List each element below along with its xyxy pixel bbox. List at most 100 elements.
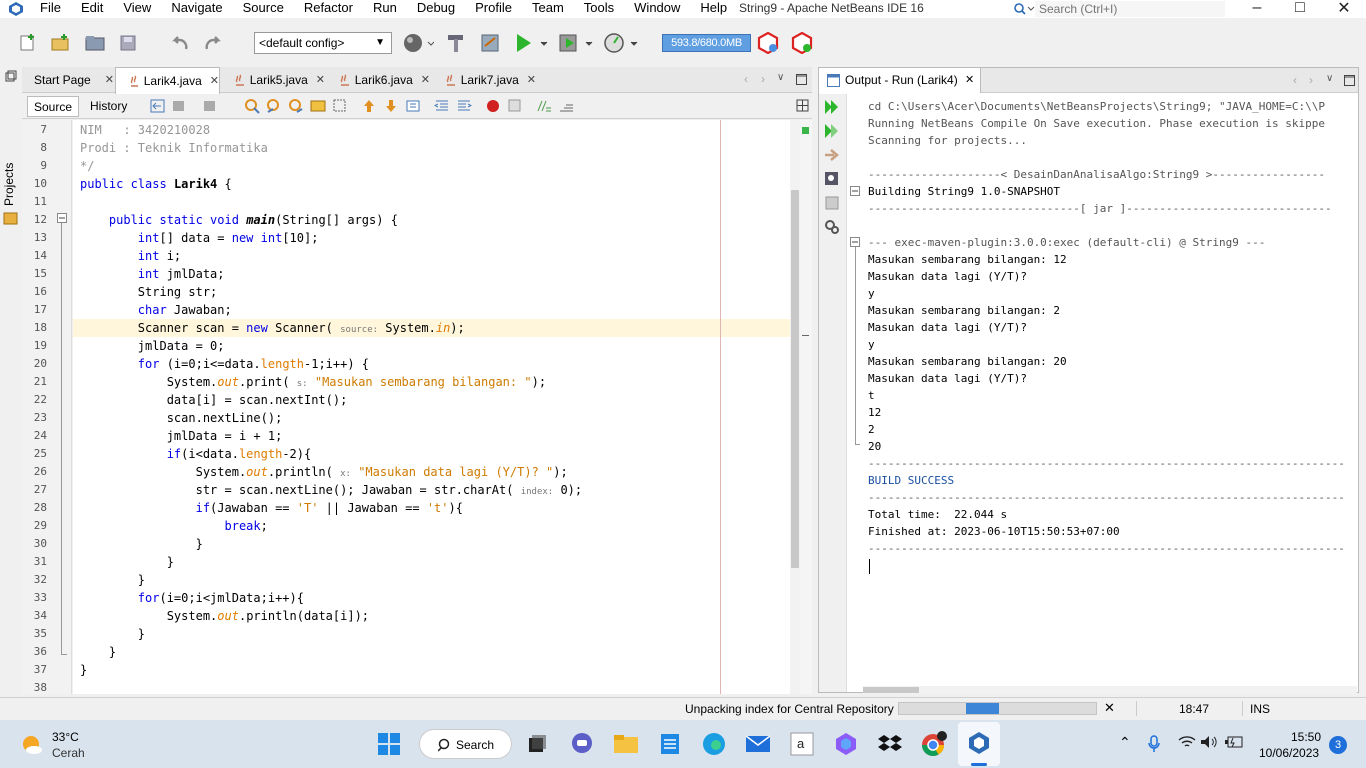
browser-button[interactable] (401, 31, 435, 55)
tab-larik5[interactable]: Larik5.java ✕ (221, 67, 325, 93)
stop-macro-icon[interactable] (507, 98, 523, 114)
task-view-button[interactable] (521, 728, 553, 760)
source-tab[interactable]: Source (27, 96, 80, 117)
menu-source[interactable]: Source (233, 0, 294, 18)
chevron-down-icon[interactable]: ∨ (1326, 73, 1333, 84)
profile-button[interactable] (603, 31, 639, 55)
config-select[interactable]: <default config> ▼ (254, 32, 392, 54)
close-icon[interactable]: ✕ (316, 67, 325, 93)
weather-widget[interactable]: 33°C Cerah (14, 726, 94, 762)
back-icon[interactable] (172, 98, 188, 114)
edge-button[interactable] (698, 728, 730, 760)
scroll-tabs-right-icon[interactable]: › (1309, 73, 1313, 87)
menu-refactor[interactable]: Refactor (294, 0, 363, 18)
scrollbar-thumb[interactable] (863, 687, 919, 693)
prev-bookmark-icon[interactable] (361, 98, 377, 114)
output-tab[interactable]: Output - Run (Larik4) ✕ (819, 68, 981, 93)
close-icon[interactable]: ✕ (210, 68, 219, 94)
chat-button[interactable] (566, 728, 598, 760)
last-edit-icon[interactable] (150, 98, 166, 114)
output-horizontal-scrollbar[interactable] (863, 686, 1357, 694)
find-icon[interactable] (244, 98, 260, 114)
chrome-button[interactable] (918, 728, 950, 760)
menu-tools[interactable]: Tools (574, 0, 624, 18)
scroll-tabs-right-icon[interactable]: › (761, 72, 765, 86)
menu-team[interactable]: Team (522, 0, 574, 18)
tab-larik4[interactable]: Larik4.java ✕ (115, 67, 220, 94)
find-previous-icon[interactable] (266, 98, 282, 114)
dropbox-button[interactable] (874, 728, 906, 760)
fold-toggle-icon[interactable] (850, 186, 860, 196)
tab-start-page[interactable]: Start Page ✕ (22, 67, 114, 93)
new-project-button[interactable] (48, 31, 72, 55)
fold-toggle-icon[interactable] (57, 213, 67, 223)
battery-icon[interactable] (1224, 735, 1244, 749)
open-project-button[interactable] (83, 31, 107, 55)
forward-icon[interactable] (203, 98, 219, 114)
menu-debug[interactable]: Debug (407, 0, 465, 18)
memory-meter[interactable]: 593.8/680.0MB (662, 34, 751, 52)
clock-date[interactable]: 10/06/2023 (1259, 746, 1319, 760)
close-icon[interactable]: ✕ (105, 67, 114, 93)
clock-time[interactable]: 15:50 (1291, 730, 1321, 744)
gc-button[interactable] (756, 31, 780, 55)
clean-build-button[interactable] (444, 31, 468, 55)
undo-button[interactable] (168, 31, 192, 55)
wifi-icon[interactable] (1178, 735, 1196, 749)
next-bookmark-icon[interactable] (383, 98, 399, 114)
menu-run[interactable]: Run (363, 0, 407, 18)
toggle-highlight-icon[interactable] (310, 98, 326, 114)
editor-vertical-scrollbar[interactable] (790, 120, 800, 694)
menu-view[interactable]: View (113, 0, 161, 18)
menu-window[interactable]: Window (624, 0, 690, 18)
save-all-button[interactable] (116, 31, 140, 55)
mail-button[interactable] (742, 728, 774, 760)
record-macro-icon[interactable] (485, 98, 501, 114)
file-explorer-button[interactable] (610, 728, 642, 760)
menu-profile[interactable]: Profile (465, 0, 522, 18)
tab-larik6[interactable]: Larik6.java ✕ (326, 67, 430, 93)
rect-select-icon[interactable] (332, 98, 348, 114)
maximize-panel-icon[interactable] (1344, 75, 1355, 86)
menu-navigate[interactable]: Navigate (161, 0, 232, 18)
output-console[interactable]: cd C:\Users\Acer\Documents\NetBeansProje… (868, 98, 1358, 658)
shift-right-icon[interactable] (456, 98, 472, 114)
menu-help[interactable]: Help (690, 0, 737, 18)
close-window-button[interactable]: ✕ (1329, 0, 1359, 17)
inspect-icon[interactable] (824, 171, 840, 187)
close-icon[interactable]: ✕ (527, 67, 536, 93)
microphone-icon[interactable] (1148, 735, 1160, 753)
search-input[interactable] (1035, 0, 1225, 17)
debug-button[interactable] (558, 31, 594, 55)
history-tab[interactable]: History (84, 96, 133, 117)
run-button[interactable] (513, 31, 549, 55)
menu-file[interactable]: File (30, 0, 71, 18)
gc-button-2[interactable] (790, 31, 814, 55)
split-editor-icon[interactable] (795, 98, 811, 114)
notepad-button[interactable] (654, 728, 686, 760)
find-next-icon[interactable] (288, 98, 304, 114)
stop-icon[interactable] (824, 195, 840, 211)
scroll-tabs-left-icon[interactable]: ‹ (744, 72, 748, 86)
tab-larik7[interactable]: Larik7.java ✕ (432, 67, 536, 93)
resume-icon[interactable] (824, 147, 840, 163)
projects-tab[interactable]: Projects (2, 160, 19, 208)
redo-button[interactable] (201, 31, 225, 55)
settings-icon[interactable] (824, 219, 840, 235)
files-icon[interactable] (3, 210, 19, 226)
toggle-bookmark-icon[interactable] (405, 98, 421, 114)
notification-badge[interactable]: 3 (1329, 736, 1347, 754)
uncomment-icon[interactable] (558, 98, 574, 114)
chevron-down-icon[interactable]: ∨ (777, 72, 784, 83)
close-icon[interactable]: ✕ (421, 67, 430, 93)
netbeans-taskbar-button[interactable] (958, 722, 1000, 766)
rerun-icon[interactable] (824, 99, 840, 115)
taskbar-search[interactable]: Search (419, 729, 512, 759)
comment-icon[interactable] (536, 98, 552, 114)
scrollbar-thumb[interactable] (791, 190, 799, 568)
rerun-with-params-icon[interactable] (824, 123, 840, 139)
cancel-progress-icon[interactable]: ✕ (1104, 700, 1115, 716)
restore-window-icon[interactable] (5, 70, 17, 82)
shift-left-icon[interactable] (434, 98, 450, 114)
menu-edit[interactable]: Edit (71, 0, 113, 18)
